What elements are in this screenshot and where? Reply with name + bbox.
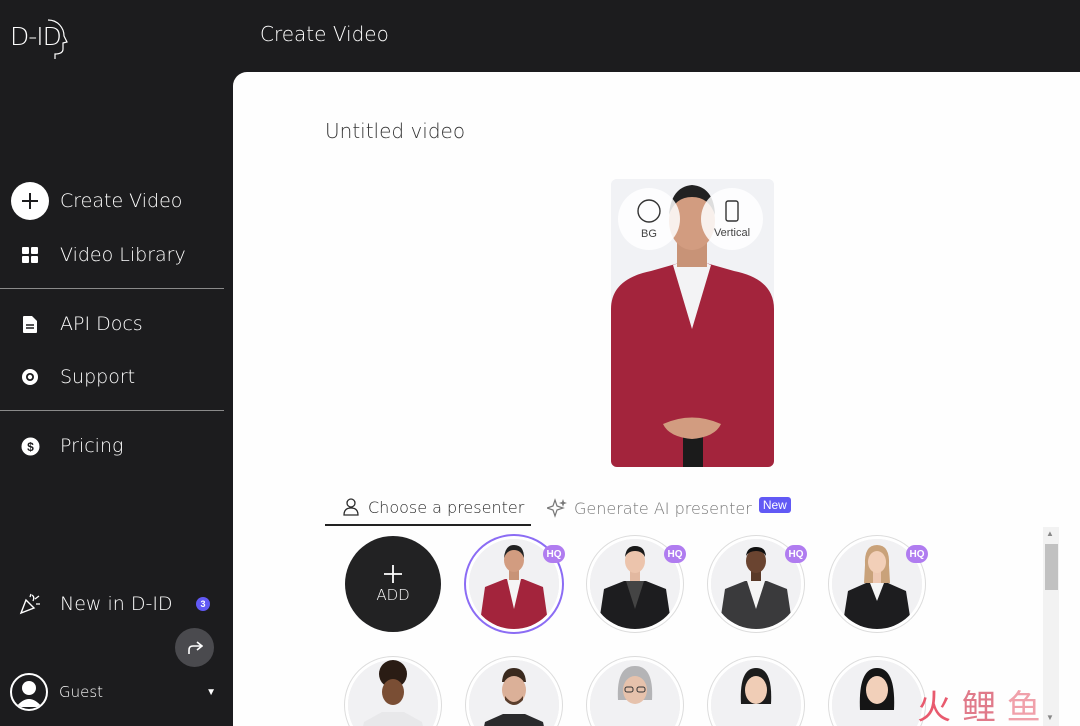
presenter-thumbnail (711, 660, 801, 726)
hq-badge: HQ (906, 545, 928, 563)
face-profile-icon (47, 19, 68, 59)
person-outline-icon (343, 498, 359, 516)
dollar-icon: $ (0, 437, 60, 456)
scroll-up-icon[interactable]: ▲ (1046, 529, 1054, 538)
grid-icon (0, 247, 60, 263)
presenter-card[interactable] (466, 657, 562, 726)
page-title: Create Video (260, 22, 389, 46)
add-label: ADD (376, 586, 410, 604)
video-title[interactable]: Untitled video (325, 119, 465, 143)
tab-choose-presenter[interactable]: Choose a presenter (325, 490, 531, 526)
sidebar-item-new-in-d-id[interactable]: New in D-ID (0, 582, 224, 626)
scroll-down-icon[interactable]: ▼ (1046, 713, 1054, 722)
plus-icon (384, 565, 402, 583)
share-button[interactable] (175, 628, 214, 667)
sidebar-item-label: Pricing (60, 435, 124, 457)
sidebar-divider (0, 410, 224, 411)
presenter-card[interactable] (829, 657, 925, 726)
svg-text:$: $ (27, 440, 34, 454)
user-menu[interactable]: Guest ▼ (10, 672, 220, 712)
scrollbar-thumb[interactable] (1045, 544, 1058, 590)
tab-generate-ai-presenter[interactable]: Generate AI presenter New (547, 490, 791, 526)
sidebar-item-label: New in D-ID (60, 593, 173, 615)
sidebar-item-label: API Docs (60, 313, 143, 335)
sidebar-item-api-docs[interactable]: API Docs (0, 302, 224, 346)
party-popper-icon (0, 593, 60, 615)
sidebar-item-label: Video Library (60, 244, 186, 266)
sparkle-icon (547, 498, 567, 518)
background-option-button[interactable]: BG (618, 188, 680, 250)
hq-badge: HQ (543, 545, 565, 563)
presenter-card[interactable] (345, 657, 441, 726)
notification-count-badge: 3 (196, 597, 210, 611)
watermark: 火 鲤 鱼 (917, 680, 1041, 726)
plus-icon (10, 182, 49, 220)
sidebar-item-video-library[interactable]: Video Library (0, 233, 224, 277)
vertical-rect-icon (725, 199, 739, 222)
presenter-thumbnail (832, 660, 922, 726)
presenter-card[interactable] (587, 657, 683, 726)
vertical-option-button[interactable]: Vertical (701, 188, 763, 250)
chevron-down-icon: ▼ (206, 686, 216, 698)
bg-label: BG (641, 227, 657, 240)
user-name: Guest (59, 683, 104, 701)
sidebar-item-label: Create Video (60, 190, 183, 212)
presenter-thumbnail (590, 660, 680, 726)
sidebar-item-support[interactable]: Support (0, 355, 224, 399)
presenter-thumbnail (469, 660, 559, 726)
tab-label: Generate AI presenter (574, 498, 752, 518)
new-badge: New (758, 497, 791, 513)
sidebar-item-pricing[interactable]: $ Pricing (0, 424, 224, 468)
tab-label: Choose a presenter (368, 497, 525, 517)
presenter-thumbnail (348, 660, 438, 726)
watermark-glyph: 鲤 (961, 688, 996, 726)
main-panel: Untitled video BG Vertical Choose a pres… (233, 72, 1080, 726)
sidebar-divider (0, 288, 224, 289)
sidebar-item-label: Support (60, 366, 136, 388)
presenter-preview: BG Vertical (611, 179, 774, 467)
user-avatar-icon (10, 673, 48, 711)
watermark-glyph: 鱼 (1006, 688, 1041, 726)
share-arrow-icon (187, 640, 203, 654)
add-presenter-button[interactable]: ADD (345, 536, 441, 632)
circle-outline-icon (637, 198, 661, 223)
d-id-logo[interactable]: D-ID (10, 18, 70, 62)
hq-badge: HQ (664, 545, 686, 563)
presenter-tabs: Choose a presenter Generate AI presenter… (325, 490, 805, 526)
vertical-label: Vertical (713, 226, 751, 239)
presenter-card[interactable] (708, 657, 804, 726)
sidebar-item-create-video[interactable]: Create Video (0, 179, 224, 223)
lifebuoy-icon (0, 368, 60, 386)
hq-badge: HQ (785, 545, 807, 563)
document-icon (0, 315, 60, 333)
watermark-glyph: 火 (917, 688, 951, 726)
